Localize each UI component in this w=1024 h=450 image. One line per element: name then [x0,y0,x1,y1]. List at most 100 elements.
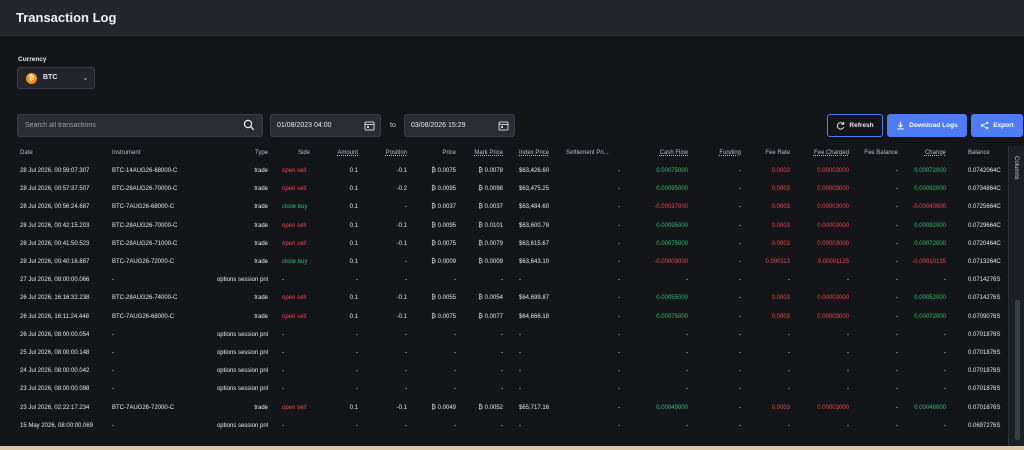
col-instrument-cell: BTC-7AUG26-68000-C [112,204,175,211]
table-row[interactable]: 28 Jul 2026, 00:40:16.887 BTC-7AUG26-7200… [0,253,1008,271]
col-settlement-price-cell: - [618,295,620,302]
col-mark-price-cell: ₿ 0.0077 [478,313,503,320]
col-type-cell: options session pnl [216,422,268,429]
col-fee-charged-cell: 0.00003000 [817,204,849,211]
col-settlement-price-cell: - [618,222,620,229]
table-row[interactable]: 26 Jul 2026, 08:00:00.054 - options sessio… [0,326,1008,344]
date-from-field[interactable]: 01/08/2023 04:00 [270,114,381,137]
search-input[interactable] [17,114,263,137]
table-row[interactable]: 28 Jul 2026, 00:56:24.687 BTC-7AUG26-6800… [0,198,1008,216]
col-date-cell: 28 Jul 2026, 00:42:15.203 [20,222,90,229]
col-mark-price-header[interactable]: Mark Price [474,150,503,156]
col-side-header[interactable]: Side [298,150,310,156]
col-fee-rate-cell: 0.0003 [771,295,790,302]
calendar-icon[interactable] [364,120,375,131]
col-instrument-cell: BTC-28AUG26-70000-C [112,222,178,229]
table-row[interactable]: 27 Jul 2026, 08:00:00.066 - options sessio… [0,271,1008,289]
calendar-icon[interactable] [498,120,509,131]
col-instrument-header[interactable]: Instrument [112,150,140,156]
col-change-cell: 0.00072000 [914,240,946,247]
col-instrument-cell: BTC-7AUG26-72000-C [112,259,175,265]
col-type-cell: options session pnl [216,331,268,338]
col-balance-cell: 0.0742064C [968,168,1001,174]
col-index-price-cell: $63,600.78 [519,222,550,229]
table-row[interactable]: 28 Jul 2026, 00:57:37.507 BTC-28AUG26-700… [0,180,1008,198]
col-price-cell: ₿ 0.0009 [431,259,456,265]
download-logs-button[interactable]: Download Logs [887,114,967,137]
col-balance-cell: 0.0725664C [968,204,1001,211]
currency-select[interactable]: ₿ BTC ⌄ [17,67,95,89]
col-fee-balance-cell: - [896,277,898,284]
col-amount-header[interactable]: Amount [337,150,358,156]
header-bar: Transaction Log [0,0,1024,36]
col-cash-flow-cell: 0.00075000 [656,168,688,174]
table-row[interactable]: 28 Jul 2026, 00:59:07.307 BTC-14AUG26-680… [0,162,1008,180]
col-mark-price-cell: ₿ 0.0078 [478,168,503,174]
col-change-header[interactable]: Change [925,150,946,156]
col-index-price-header[interactable]: Index Price [519,150,549,156]
col-fee-charged-cell: 0.00003000 [817,222,849,229]
col-position-cell: - [405,350,407,356]
col-cash-flow-cell: -0.00009000 [654,259,688,265]
col-fee-balance-cell: - [896,422,898,429]
col-position-header[interactable]: Position [386,150,407,156]
col-settlement-price-cell: - [618,277,620,284]
col-fee-charged-header[interactable]: Fee Charged [814,150,849,156]
col-settlement-price-header[interactable]: Settlement Pri... [566,150,609,156]
table-row[interactable]: 28 Jul 2026, 00:41:50.523 BTC-28AUG26-710… [0,235,1008,253]
col-fee-balance-cell: - [896,259,898,265]
col-fee-charged-cell: 0.00003000 [817,313,849,320]
refresh-button[interactable]: Refresh [827,114,883,137]
col-side-cell: - [282,350,284,356]
transaction-table: Date Instrument Type Side Amount Position Pric… [0,146,1008,450]
col-date-cell: 26 Jul 2026, 16:11:24.448 [20,313,89,320]
col-amount-cell: - [356,350,358,356]
col-price-header[interactable]: Price [442,150,456,156]
col-settlement-price-cell: - [618,204,620,211]
col-change-cell: - [944,350,946,356]
table-row[interactable]: 25 Jul 2026, 08:00:00.148 - options sessio… [0,344,1008,362]
col-change-cell: -0.00010125 [912,259,946,265]
col-fee-rate-header[interactable]: Fee Rate [765,150,790,156]
table-row[interactable]: 28 Jul 2026, 00:42:15.203 BTC-28AUG26-700… [0,217,1008,235]
export-button[interactable]: Export [971,114,1023,137]
col-funding-cell: - [739,331,741,338]
table-row[interactable]: 26 Jul 2026, 16:11:24.448 BTC-7AUG26-6800… [0,308,1008,326]
date-to-field[interactable]: 03/08/2026 15:29 [404,114,515,137]
col-type-header[interactable]: Type [255,150,268,156]
col-funding-header[interactable]: Funding [719,150,741,156]
table-row[interactable]: 15 May 2026, 08:00:00.069 - options sessio… [0,417,1008,435]
col-date-cell: 23 Jul 2026, 02:22:17.234 [20,404,90,411]
col-index-price-cell: - [519,422,521,429]
col-settlement-price-cell: - [618,368,620,375]
col-balance-cell: 0.0701876S [968,404,1001,411]
col-balance-header[interactable]: Balance [968,150,990,156]
col-side-cell: open sell [282,295,307,302]
col-mark-price-cell: - [501,350,503,356]
col-date-cell: 28 Jul 2026, 00:59:07.307 [20,168,90,174]
col-cash-flow-cell: - [686,277,688,284]
col-price-cell: ₿ 0.0055 [431,295,456,302]
table-scrollbar[interactable] [1015,300,1020,440]
col-instrument-cell: BTC-28AUG26-70000-C [112,186,178,193]
table-row[interactable]: 26 Jul 2026, 16:16:32.238 BTC-28AUG26-740… [0,289,1008,307]
col-balance-cell: 0.0714276S [968,277,1001,284]
col-price-cell: ₿ 0.0037 [431,204,456,211]
col-amount-cell: 0.1 [349,313,358,320]
col-side-cell: open sell [282,186,307,193]
col-amount-cell: 0.1 [349,204,358,211]
table-row[interactable]: 23 Jul 2026, 08:00:00.098 - options sessio… [0,380,1008,398]
search-icon[interactable] [243,119,255,131]
col-fee-balance-cell: - [896,204,898,211]
col-funding-cell: - [739,422,741,429]
table-row[interactable]: 24 Jul 2026, 08:00:00.042 - options sessio… [0,362,1008,380]
to-label: to [390,122,396,129]
col-price-cell: ₿ 0.0075 [431,168,456,174]
table-row[interactable]: 23 Jul 2026, 02:22:17.234 BTC-7AUG26-7200… [0,399,1008,417]
col-fee-balance-cell: - [896,404,898,411]
col-date-header[interactable]: Date [20,150,33,156]
col-cash-flow-header[interactable]: Cash Flow [660,150,688,156]
col-amount-cell: 0.1 [349,404,358,411]
col-index-price-cell: - [519,350,521,356]
col-fee-balance-header[interactable]: Fee Balance [864,150,898,156]
